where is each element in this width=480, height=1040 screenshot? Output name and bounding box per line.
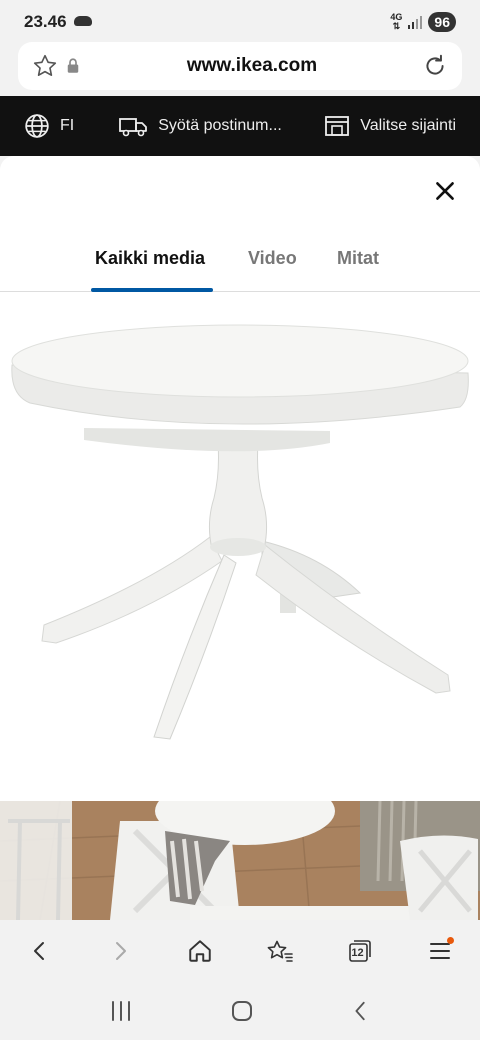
bookmarks-star-icon [267, 940, 293, 962]
browser-bottom-toolbar: 12 [0, 920, 480, 982]
active-tab-indicator [91, 288, 213, 292]
lock-icon [67, 58, 79, 73]
recent-apps-icon[interactable] [108, 1000, 134, 1022]
media-tabs: Kaikki media Video Mitat [0, 244, 480, 292]
status-bar: 23.46 4G ⇅ 96 [0, 0, 480, 44]
room-photo-thumbnail[interactable] [0, 801, 480, 920]
reload-icon[interactable] [422, 53, 448, 79]
language-selector[interactable]: FI [24, 113, 74, 139]
truck-icon [119, 118, 148, 137]
globe-icon [25, 114, 49, 138]
store-selector[interactable]: Valitse sijainti [324, 114, 456, 138]
postcode-label: Syötä postinum... [158, 117, 282, 134]
tab-all-media[interactable]: Kaikki media [95, 248, 205, 269]
media-modal: Kaikki media Video Mitat [0, 156, 480, 920]
menu-button[interactable] [420, 931, 460, 971]
table-illustration [11, 324, 469, 740]
notification-dot [447, 937, 454, 944]
data-arrows-icon: ⇅ [392, 21, 401, 31]
close-icon[interactable] [432, 178, 458, 204]
signal-icon [408, 15, 423, 29]
address-bar[interactable]: www.ikea.com [18, 42, 462, 90]
home-icon [189, 940, 211, 962]
room-illustration [0, 801, 480, 920]
tab-dimensions[interactable]: Mitat [337, 248, 379, 269]
store-icon [325, 116, 350, 136]
home-system-icon[interactable] [230, 999, 254, 1023]
status-indicators: 4G ⇅ 96 [390, 12, 456, 32]
status-time: 23.46 [24, 12, 67, 31]
chevron-left-icon [34, 942, 44, 960]
forward-button[interactable] [100, 931, 140, 971]
system-navigation-bar [0, 982, 480, 1040]
tab-count: 12 [351, 947, 364, 959]
home-button[interactable] [180, 931, 220, 971]
language-label: FI [60, 117, 75, 134]
location-label: Valitse sijainti [360, 117, 456, 134]
product-image[interactable] [0, 293, 480, 801]
tabs-button[interactable]: 12 [340, 931, 380, 971]
back-button[interactable] [20, 931, 60, 971]
battery-indicator: 96 [428, 12, 456, 32]
url-text[interactable]: www.ikea.com [82, 55, 422, 77]
cloud-icon [73, 16, 92, 26]
back-system-icon[interactable] [350, 1000, 372, 1022]
bookmarks-button[interactable] [260, 931, 300, 971]
bookmark-star-icon[interactable] [32, 53, 58, 79]
tab-video[interactable]: Video [248, 248, 297, 269]
ikea-top-bar: FI Syötä postinum... Valitse sijainti [0, 96, 480, 156]
postcode-selector[interactable]: Syötä postinum... [118, 114, 282, 138]
chevron-right-icon [116, 942, 126, 960]
network-indicator: 4G ⇅ [390, 13, 402, 31]
